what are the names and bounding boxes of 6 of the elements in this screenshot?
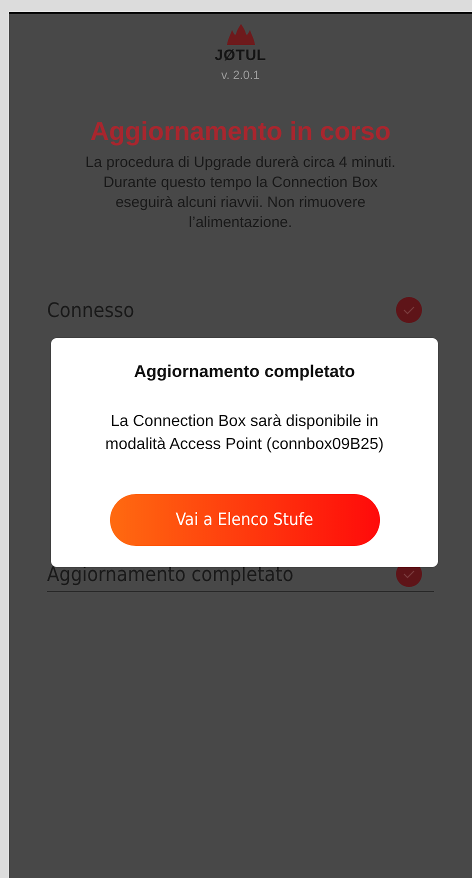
stove-list-button[interactable]: Vai a Elenco Stufe [110, 494, 380, 546]
dialog-title: Aggiornamento completato [134, 362, 355, 382]
page-title: Aggiornamento in corso [90, 116, 391, 147]
dialog-message: La Connection Box sarà disponibile in modalità Access Point (connbox09B25) [104, 412, 385, 455]
version-text: v. 2.0.1 [221, 68, 260, 82]
flame-logo-icon [226, 24, 256, 46]
